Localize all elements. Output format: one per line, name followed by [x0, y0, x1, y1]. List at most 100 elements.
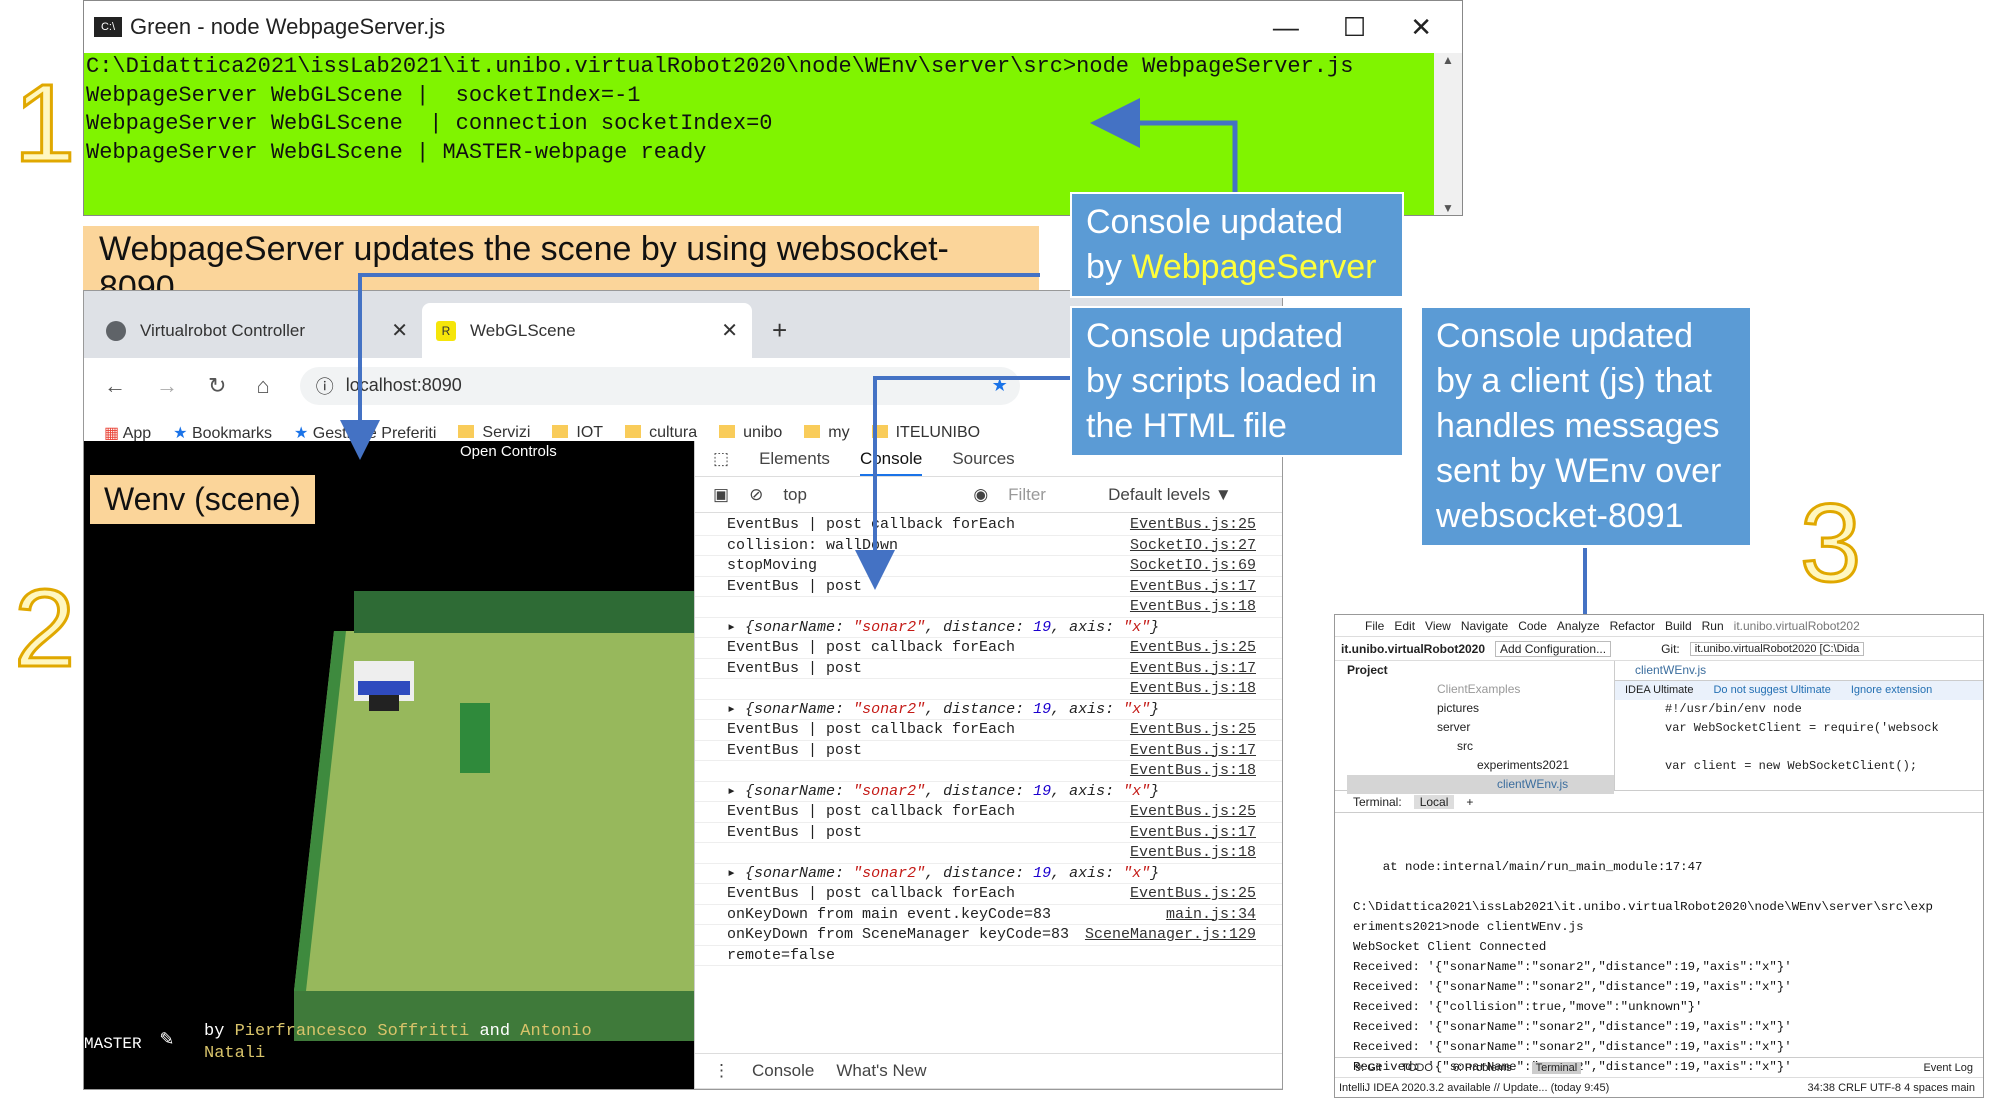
log-source-link[interactable]: EventBus.js:18 — [1130, 843, 1256, 863]
tab-webglscene[interactable]: R WebGLScene ✕ — [422, 303, 752, 358]
tree-item[interactable]: experiments2021 — [1347, 756, 1614, 775]
tab-virtualrobot-controller[interactable]: Virtualrobot Controller ✕ — [92, 303, 422, 358]
webgl-scene[interactable]: Open Controls Wenv (scene) MASTER ✎ by P… — [84, 441, 694, 1089]
close-tab-icon[interactable]: ✕ — [391, 318, 408, 343]
tree-item[interactable]: pictures — [1347, 699, 1614, 718]
step-number-3: 3 — [1798, 481, 1862, 607]
bookmark-folder[interactable]: Servizi — [458, 424, 530, 442]
tool-todo[interactable]: TODO — [1401, 1062, 1433, 1074]
bookmark-bookmarks[interactable]: ★ Bookmarks — [173, 423, 272, 443]
code-line[interactable]: #!/usr/bin/env node — [1615, 700, 1983, 719]
log-source-link[interactable]: main.js:34 — [1166, 905, 1256, 925]
node-console-window: C:\ Green - node WebpageServer.js — ☐ ✕ … — [83, 0, 1463, 216]
drawer-tab-whatsnew[interactable]: What's New — [836, 1061, 926, 1081]
console-log-line: ▸ {sonarName: "sonar2", distance: 19, ax… — [695, 618, 1282, 638]
menu-build[interactable]: Build — [1665, 619, 1692, 633]
url-input[interactable]: ⓘ localhost:8090 ★ — [299, 366, 1020, 405]
tab-label: WebGLScene — [470, 320, 576, 340]
menu-view[interactable]: View — [1425, 619, 1451, 633]
filter-input[interactable]: Filter — [1008, 485, 1088, 505]
log-source-link[interactable]: EventBus.js:25 — [1130, 720, 1256, 740]
menu-analyze[interactable]: Analyze — [1557, 619, 1600, 633]
code-line[interactable]: var WebSocketClient = require('websock — [1615, 719, 1983, 738]
log-source-link[interactable]: EventBus.js:17 — [1130, 741, 1256, 761]
forward-icon[interactable]: → — [156, 373, 178, 399]
bookmark-folder[interactable]: unibo — [719, 424, 782, 442]
context-select[interactable]: top — [783, 485, 953, 505]
bookmark-apps[interactable]: ▦ App — [104, 423, 151, 443]
clear-console-icon[interactable]: ⊘ — [749, 485, 763, 505]
dont-suggest-link[interactable]: Do not suggest Ultimate — [1713, 681, 1830, 700]
drawer-menu-icon[interactable]: ⋮ — [713, 1061, 730, 1081]
bookmark-folder[interactable]: IOT — [552, 424, 603, 442]
ide-terminal-output[interactable]: at node:internal/main/run_main_module:17… — [1335, 813, 1983, 1097]
tool-git[interactable]: 9: Git — [1355, 1062, 1381, 1074]
menu-code[interactable]: Code — [1518, 619, 1547, 633]
log-source-link[interactable]: EventBus.js:18 — [1130, 761, 1256, 781]
tree-item[interactable]: server — [1347, 718, 1614, 737]
add-configuration-button[interactable]: Add Configuration... — [1495, 640, 1612, 657]
menu-edit[interactable]: Edit — [1394, 619, 1415, 633]
step-number-1: 1 — [12, 61, 76, 187]
levels-select[interactable]: Default levels ▼ — [1108, 485, 1232, 505]
scrollbar[interactable]: ▲ ▼ — [1434, 53, 1462, 215]
log-source-link[interactable]: EventBus.js:25 — [1130, 884, 1256, 904]
menu-file[interactable]: File — [1365, 619, 1384, 633]
tab-sources[interactable]: Sources — [952, 449, 1014, 469]
ignore-link[interactable]: Ignore extension — [1851, 681, 1932, 700]
log-source-link[interactable]: EventBus.js:25 — [1130, 515, 1256, 535]
back-icon[interactable]: ← — [104, 373, 126, 399]
log-source-link[interactable]: EventBus.js:18 — [1130, 679, 1256, 699]
close-tab-icon[interactable]: ✕ — [721, 318, 738, 343]
status-right: 34:38 CRLF UTF-8 4 spaces main — [1807, 1081, 1975, 1094]
bookmark-folder[interactable]: my — [804, 424, 850, 442]
reload-icon[interactable]: ↻ — [208, 373, 226, 399]
log-source-link[interactable]: SceneManager.js:129 — [1085, 925, 1256, 945]
add-terminal-icon[interactable]: + — [1466, 795, 1473, 809]
log-source-link[interactable]: EventBus.js:17 — [1130, 577, 1256, 597]
log-source-link[interactable]: EventBus.js:17 — [1130, 823, 1256, 843]
intellij-window: File Edit View Navigate Code Analyze Refactor B… — [1334, 614, 1984, 1098]
menu-refactor[interactable]: Refactor — [1610, 619, 1655, 633]
ide-menubar: File Edit View Navigate Code Analyze Refactor B… — [1335, 615, 1983, 637]
tab-console[interactable]: Console — [859, 442, 923, 476]
tool-event-log[interactable]: Event Log — [1923, 1062, 1973, 1074]
code-line[interactable] — [1615, 738, 1983, 757]
code-line[interactable]: var client = new WebSocketClient(); — [1615, 757, 1983, 776]
tab-elements[interactable]: Elements — [759, 449, 830, 469]
new-tab-button[interactable]: + — [752, 303, 787, 358]
minimize-button[interactable]: — — [1273, 12, 1299, 43]
star-icon[interactable]: ★ — [992, 375, 1008, 396]
drawer-tab-console[interactable]: Console — [752, 1061, 814, 1081]
menu-run[interactable]: Run — [1702, 619, 1724, 633]
scroll-down-icon[interactable]: ▼ — [1442, 201, 1454, 215]
inspect-icon[interactable]: ⬚ — [713, 449, 729, 469]
bookmark-gestione[interactable]: ★ Gestione Preferiti — [294, 423, 436, 443]
project-pane-label[interactable]: Project — [1347, 661, 1614, 680]
log-source-link[interactable]: EventBus.js:25 — [1130, 638, 1256, 658]
console-log-line: EventBus | post EventBus.js:17 — [695, 823, 1282, 843]
log-source-link[interactable]: EventBus.js:17 — [1130, 659, 1256, 679]
tree-item[interactable]: ClientExamples — [1347, 680, 1614, 699]
terminal-tab-local[interactable]: Local — [1413, 794, 1455, 809]
bookmark-folder[interactable]: ITELUNIBO — [871, 424, 980, 442]
room-floor — [294, 591, 694, 1041]
maximize-button[interactable]: ☐ — [1343, 12, 1366, 43]
close-button[interactable]: ✕ — [1410, 12, 1432, 43]
menu-navigate[interactable]: Navigate — [1461, 619, 1508, 633]
log-source-link[interactable]: SocketIO.js:27 — [1130, 536, 1256, 556]
eye-icon[interactable]: ◉ — [973, 485, 988, 505]
log-source-link[interactable]: EventBus.js:18 — [1130, 597, 1256, 617]
log-source-link[interactable]: SocketIO.js:69 — [1130, 556, 1256, 576]
tool-terminal[interactable]: Terminal — [1531, 1061, 1582, 1074]
tree-item-selected[interactable]: clientWEnv.js — [1347, 775, 1614, 794]
sidebar-toggle-icon[interactable]: ▣ — [713, 485, 729, 505]
bookmark-folder[interactable]: cultura — [625, 424, 697, 442]
open-controls-button[interactable]: Open Controls — [460, 443, 557, 460]
scroll-up-icon[interactable]: ▲ — [1442, 53, 1454, 67]
tree-item[interactable]: src — [1347, 737, 1614, 756]
log-source-link[interactable]: EventBus.js:25 — [1130, 802, 1256, 822]
tool-problems[interactable]: 6: Problems — [1453, 1062, 1512, 1074]
home-icon[interactable]: ⌂ — [256, 373, 269, 399]
editor-tab[interactable]: clientWEnv.js — [1615, 661, 1983, 681]
